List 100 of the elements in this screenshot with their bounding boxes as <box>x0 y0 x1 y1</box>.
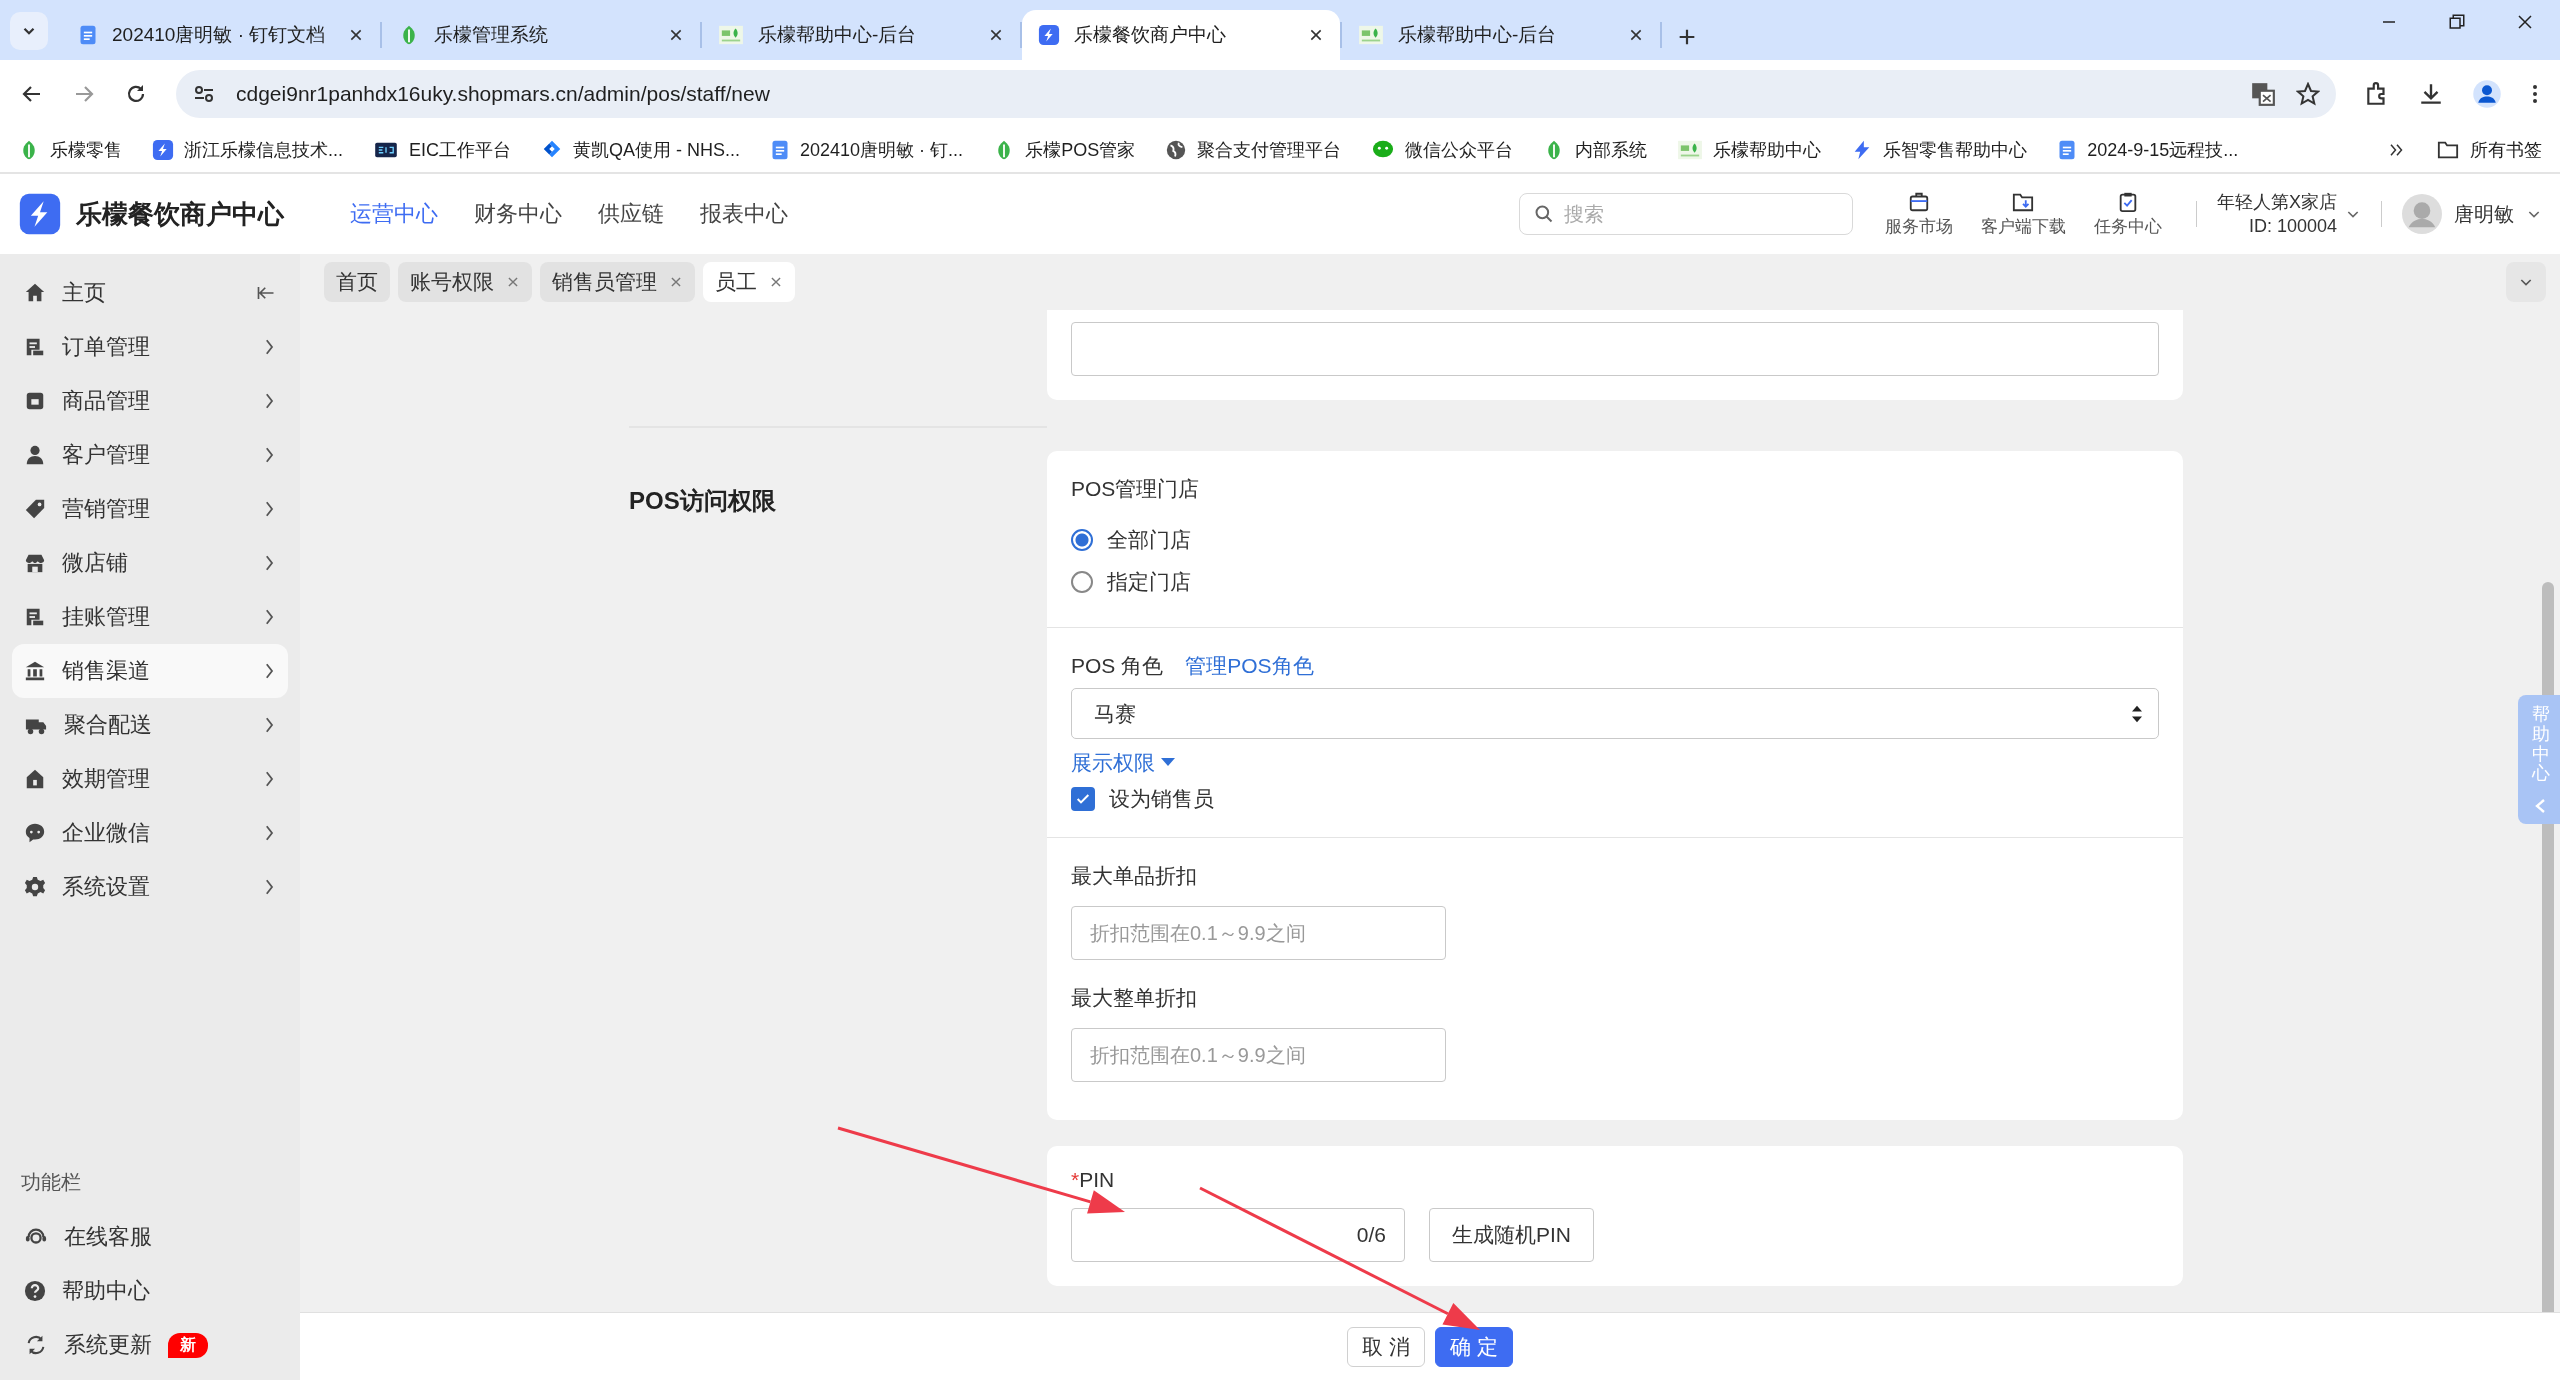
field-label: *PIN <box>1071 1168 1115 1192</box>
app-name: 乐檬餐饮商户中心 <box>76 197 284 231</box>
checkbox[interactable] <box>1071 787 1095 811</box>
collapse-icon[interactable] <box>256 284 276 302</box>
folder-icon <box>2436 139 2460 161</box>
sidebar-item[interactable]: 在线客服 <box>12 1210 288 1264</box>
character-counter: 0/6 <box>1356 1223 1386 1247</box>
close-icon[interactable] <box>348 27 364 43</box>
close-icon[interactable] <box>668 27 684 43</box>
manage-roles-link[interactable]: 管理POS角色 <box>1185 652 1314 680</box>
pin-field[interactable]: 0/6 <box>1071 1208 1405 1262</box>
store-switcher[interactable]: 年轻人第X家店 ID: 100004 <box>2217 190 2361 238</box>
close-icon[interactable] <box>2516 13 2534 31</box>
radio-button[interactable] <box>1071 571 1093 593</box>
sort-arrows-icon <box>2130 703 2144 724</box>
sidebar-item[interactable]: 企业微信 <box>12 806 288 860</box>
avatar-icon <box>2402 194 2442 234</box>
field-label: 最大单品折扣 <box>1071 863 1198 889</box>
box-icon <box>24 390 46 412</box>
sidebar-item[interactable]: 营销管理 <box>12 482 288 536</box>
toolbar-button[interactable]: 客户端下载 <box>1981 190 2066 238</box>
bookmark[interactable]: 浙江乐檬信息技术... <box>152 138 343 162</box>
close-icon[interactable] <box>988 27 1004 43</box>
browser-tab[interactable]: 乐檬帮助中心-后台 <box>1342 10 1660 60</box>
all-bookmarks-button[interactable]: 所有书签 <box>2436 138 2542 162</box>
generate-pin-button[interactable]: 生成随机PIN <box>1429 1208 1594 1262</box>
address-bar[interactable]: cdgei9nr1panhdx16uky.shopmars.cn/admin/pos/staff/new <box>176 70 2336 118</box>
page-tab[interactable]: 员工 <box>703 262 795 302</box>
star-icon[interactable] <box>2296 82 2320 106</box>
browser-tab[interactable]: 乐檬餐饮商户中心 <box>1022 10 1340 60</box>
radio-option[interactable]: 指定门店 <box>1071 561 2159 603</box>
close-icon[interactable] <box>1628 27 1644 43</box>
nav-tab[interactable]: 财务中心 <box>474 199 562 229</box>
field-label: POS管理门店 <box>1071 476 1201 502</box>
page-tab[interactable]: 账号权限 <box>398 262 532 302</box>
sidebar-item[interactable]: 挂账管理 <box>12 590 288 644</box>
document-icon <box>78 24 98 46</box>
sidebar-item[interactable]: 销售渠道 <box>12 644 288 698</box>
receipt-icon <box>24 606 46 628</box>
clipboard-check-icon <box>2117 190 2139 213</box>
show-permissions-link[interactable]: 展示权限 <box>1071 749 2159 777</box>
bank-icon <box>24 660 46 682</box>
sidebar-item[interactable]: 客户管理 <box>12 428 288 482</box>
nav-tab[interactable]: 报表中心 <box>700 199 788 229</box>
restore-icon[interactable] <box>2448 13 2466 31</box>
bookmark[interactable]: 内部系统 <box>1543 138 1648 162</box>
user-menu[interactable]: 唐明敏 <box>2402 194 2542 234</box>
nav-tab[interactable]: 运营中心 <box>350 199 438 229</box>
role-select[interactable]: 马赛 <box>1071 688 2159 739</box>
sidebar-item[interactable]: 主页 <box>12 266 288 320</box>
input-field[interactable] <box>1071 322 2159 376</box>
browser-tab[interactable]: 202410唐明敏 · 钉钉文档 <box>62 10 380 60</box>
browser-tab[interactable]: 乐檬帮助中心-后台 <box>702 10 1020 60</box>
close-icon[interactable] <box>1308 27 1324 43</box>
toolbar-button[interactable]: 服务市场 <box>1885 190 1953 238</box>
bookmark[interactable]: 乐檬零售 <box>18 138 122 162</box>
radio-button[interactable] <box>1071 529 1093 551</box>
sidebar-item[interactable]: 订单管理 <box>12 320 288 374</box>
sidebar-item[interactable]: 帮助中心 <box>12 1264 288 1318</box>
input-field[interactable]: 折扣范围在0.1～9.9之间 <box>1071 1028 1446 1082</box>
input-field[interactable]: 折扣范围在0.1～9.9之间 <box>1071 906 1446 960</box>
profile-icon[interactable] <box>2472 79 2502 109</box>
bookmark[interactable]: 2024-9-15远程技... <box>2057 138 2239 162</box>
bookmark[interactable]: 乐智零售帮助中心 <box>1851 138 2028 162</box>
sidebar-item[interactable]: 聚合配送 <box>12 698 288 752</box>
bookmark[interactable]: 黄凯QA使用 - NHS... <box>541 138 741 162</box>
briefcase-icon <box>1908 190 1930 213</box>
more-icon[interactable] <box>2530 82 2540 106</box>
app-logo-icon <box>1038 24 1060 46</box>
document-icon <box>2057 139 2078 161</box>
field-label: 最大整单折扣 <box>1071 985 1198 1011</box>
bookmark[interactable]: 微信公众平台 <box>1371 138 1514 162</box>
bookmark[interactable]: 乐檬POS管家 <box>993 138 1136 162</box>
sidebar-item[interactable]: 系统设置 <box>12 860 288 914</box>
nav-tab[interactable]: 供应链 <box>598 199 664 229</box>
section-label: 功能栏 <box>20 1170 82 1195</box>
bookmark[interactable]: EIC工作平台 <box>373 138 512 162</box>
page-tab[interactable]: 销售员管理 <box>540 262 695 302</box>
bookmark[interactable]: 聚合支付管理平台 <box>1165 138 1342 162</box>
app-logo-icon <box>152 139 174 161</box>
settings-icon <box>24 876 46 898</box>
download-icon[interactable] <box>2418 81 2444 107</box>
translate-icon[interactable] <box>2250 81 2276 107</box>
bookmark[interactable]: 202410唐明敏 · 钉... <box>770 138 964 162</box>
caret-down-icon <box>1161 758 1175 768</box>
page-tab[interactable]: 首页 <box>324 262 390 302</box>
sidebar-item[interactable]: 微店铺 <box>12 536 288 590</box>
document-icon <box>770 139 791 161</box>
sidebar-item[interactable]: 商品管理 <box>12 374 288 428</box>
cancel-button[interactable]: 取 消 <box>1347 1326 1425 1367</box>
confirm-button[interactable]: 确 定 <box>1435 1326 1513 1367</box>
field-label: POS 角色 <box>1071 653 1164 679</box>
sidebar-item[interactable]: 效期管理 <box>12 752 288 806</box>
browser-tab[interactable]: 乐檬管理系统 <box>382 10 700 60</box>
globe-icon <box>1165 139 1188 161</box>
bookmark[interactable]: 乐檬帮助中心 <box>1677 138 1822 162</box>
toolbar-button[interactable]: 任务中心 <box>2094 190 2162 238</box>
person-icon <box>24 444 46 466</box>
sidebar-item[interactable]: 系统更新 新 <box>12 1318 288 1372</box>
radio-option[interactable]: 全部门店 <box>1071 519 2159 561</box>
